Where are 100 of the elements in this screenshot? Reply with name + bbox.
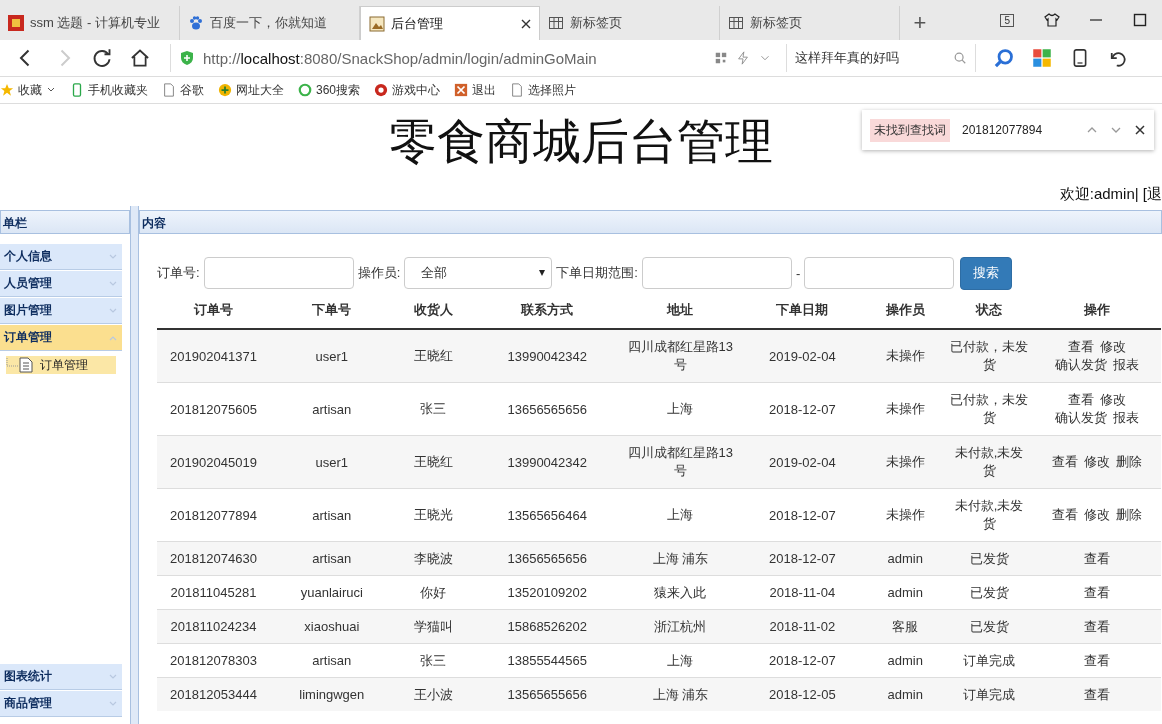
table-cell: 学猫叫 [393,609,474,644]
table-cell: 15868526202 [473,609,622,644]
action-link[interactable]: 查看 [1052,453,1078,471]
close-icon[interactable] [1134,124,1146,136]
action-link[interactable]: 报表 [1113,409,1139,427]
table-cell: 订单完成 [945,677,1033,711]
table-cell: 2019-02-04 [739,435,866,489]
action-link[interactable]: 查看 [1084,685,1110,704]
table-cell: 王晓红 [393,329,474,383]
table-cell: 13990042342 [473,435,622,489]
table-cell: 未操作 [865,329,945,383]
table-cell: xiaoshuai [270,609,394,644]
table-cell: 王小波 [393,677,474,711]
bookmark-item[interactable]: 网址大全 [218,81,284,99]
grid-icon [728,15,744,31]
start-date-field[interactable] [641,257,792,289]
image-icon [369,15,385,32]
sidebar-item[interactable]: 个人信息 [0,244,122,270]
action-link[interactable]: 修改 [1100,391,1126,409]
refresh-icon[interactable] [92,48,112,68]
table-cell: 未操作 [865,435,945,489]
plus-circle-icon [218,83,232,97]
bookmark-item[interactable]: 360搜索 [298,81,361,99]
end-date-field[interactable] [804,257,955,289]
action-link[interactable]: 修改 [1084,506,1110,524]
bookmark-item[interactable]: 选择照片 [510,81,577,99]
table-cell: 201902041371 [157,329,270,383]
new-tab-button[interactable]: + [900,6,940,40]
table-cell: artisan [270,541,394,576]
bookmark-item[interactable]: 游戏中心 [374,81,441,99]
address-field[interactable]: http://localhost:8080/SnackShop/admin/login/adminGoMain [170,44,780,72]
action-link[interactable]: 查看 [1084,651,1110,670]
table-cell: 201812053444 [157,677,270,711]
operator-select[interactable]: 全部 [404,257,553,289]
page-icon [510,83,525,97]
table-cell: 未付款,未发货 [945,435,1033,489]
find-field[interactable]: 201812077894 [962,123,1074,137]
action-link[interactable]: 确认发货 [1055,409,1107,427]
sidebar-subitem[interactable]: 订单管理 [6,356,116,374]
table-cell: 201902045019 [157,435,270,489]
browser-tab[interactable]: ssm 选题 - 计算机专业 [0,6,180,40]
action-link[interactable]: 删除 [1116,453,1142,471]
home-icon[interactable] [130,48,150,68]
magnifier-icon[interactable] [994,48,1014,68]
table-cell: 王晓红 [393,435,474,489]
page-title: 零食商城后台管理 [389,114,773,170]
action-link[interactable]: 确认发货 [1055,356,1107,374]
table-cell: 已付款，未发货 [945,329,1033,383]
action-link[interactable]: 查看 [1084,617,1110,636]
apps-icon[interactable] [1032,48,1052,68]
search-icon[interactable] [953,51,967,65]
browser-tab[interactable]: 新标签页 [720,6,900,40]
tab-count-badge[interactable]: 5 [1000,13,1014,27]
action-link[interactable]: 报表 [1113,356,1139,374]
date-separator: - [795,265,801,281]
table-cell: 四川成都红星路13号 [621,435,740,489]
table-cell: 2018-11-02 [739,609,866,644]
table-cell: 李晓波 [393,541,474,576]
action-link[interactable]: 查看 [1084,549,1110,568]
table-cell: 已发货 [945,541,1033,576]
action-link[interactable]: 修改 [1084,453,1110,471]
close-icon[interactable] [521,18,531,29]
bookmark-item[interactable]: 退出 [454,81,497,99]
action-link[interactable]: 删除 [1116,506,1142,524]
sidebar-item[interactable]: 图片管理 [0,298,122,324]
shield-icon [179,50,195,66]
action-link[interactable]: 查看 [1068,338,1094,356]
browser-tab[interactable]: 新标签页 [540,6,720,40]
filter-label: 订单号: [157,264,200,282]
sidebar-item[interactable]: 商品管理 [0,691,122,717]
document-icon [6,357,36,373]
action-link[interactable]: 修改 [1100,338,1126,356]
action-link[interactable]: 查看 [1084,583,1110,602]
sidebar-item[interactable]: 人员管理 [0,271,122,297]
qr-code-icon[interactable] [714,51,728,65]
sidebar-item[interactable]: 订单管理 [0,325,122,351]
lightning-icon[interactable] [736,51,750,65]
maximize-icon[interactable] [1132,12,1148,28]
filter-label: 操作员: [357,264,401,282]
search-button[interactable]: 搜索 [960,256,1013,290]
sidebar-item[interactable]: 图表统计 [0,664,122,690]
star-icon [0,83,14,97]
order-number-field[interactable] [203,257,354,289]
content-header: 内容 [139,210,1162,234]
search-field[interactable]: 这样拜年真的好吗 [786,44,976,72]
shirt-icon[interactable] [1044,12,1060,28]
action-link[interactable]: 查看 [1052,506,1078,524]
bookmark-item[interactable]: 手机收藏夹 [70,81,148,99]
table-cell: 上海 浦东 [621,541,740,576]
table-cell: admin [865,541,945,576]
phone-icon [70,83,84,97]
bookmark-item[interactable]: 收藏 [0,81,56,99]
bookmark-item[interactable]: 谷歌 [162,81,204,99]
table-cell: 四川成都红星路13号 [621,329,740,383]
browser-tab[interactable]: 后台管理 [360,6,540,40]
action-link[interactable]: 查看 [1068,391,1094,409]
table-cell: limingwgen [270,677,394,711]
table-cell: 浙江杭州 [621,609,740,644]
splitter-bar[interactable] [130,206,139,724]
table-cell: 13565655656 [473,677,622,711]
